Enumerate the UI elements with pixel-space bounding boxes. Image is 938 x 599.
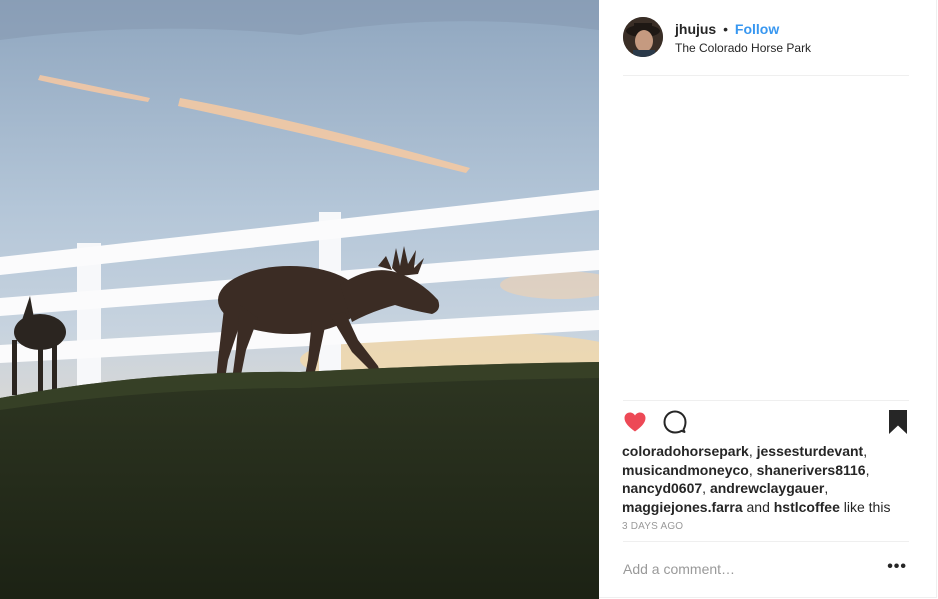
liker-username[interactable]: hstlcoffee <box>774 499 840 515</box>
heart-filled-icon <box>624 412 646 432</box>
comma: , <box>824 480 829 496</box>
header-text: jhujus • Follow The Colorado Horse Park <box>675 20 811 55</box>
separator-dot: • <box>723 21 729 37</box>
location-link[interactable]: The Colorado Horse Park <box>675 41 811 55</box>
comment-input[interactable] <box>623 559 853 579</box>
comma: , <box>748 443 757 459</box>
likes-text: coloradohorsepark, jessesturdevant, musi… <box>622 442 912 516</box>
liker-username[interactable]: shanerivers8116 <box>757 462 866 478</box>
action-bar <box>623 400 909 441</box>
likes-suffix: like this <box>839 498 891 515</box>
deer-at-sunset-image <box>0 0 599 599</box>
post-header: jhujus • Follow The Colorado Horse Park <box>623 17 909 76</box>
follow-button[interactable]: Follow <box>735 21 779 37</box>
post-photo[interactable] <box>0 0 599 599</box>
comment-icon <box>663 410 687 434</box>
bookmark-filled-icon <box>889 410 907 434</box>
comma: , <box>865 461 870 478</box>
liker-username[interactable]: musicandmoneyco <box>622 462 749 478</box>
comment-section: ••• <box>623 541 909 598</box>
post-sidebar: jhujus • Follow The Colorado Horse Park <box>599 0 937 598</box>
liker-username[interactable]: coloradohorsepark <box>622 443 749 459</box>
avatar[interactable] <box>623 17 663 57</box>
comma: , <box>702 480 710 496</box>
liker-username[interactable]: maggiejones.farra <box>622 499 743 515</box>
and-text: and <box>742 498 774 515</box>
avatar-image <box>623 17 663 57</box>
comma: , <box>748 461 757 478</box>
header-row: jhujus • Follow <box>675 20 811 38</box>
liker-username[interactable]: jessesturdevant <box>757 443 864 459</box>
instagram-post: jhujus • Follow The Colorado Horse Park <box>0 0 938 599</box>
post-timestamp[interactable]: 3 days ago <box>622 521 683 532</box>
liker-username[interactable]: nancyd0607 <box>622 480 702 496</box>
like-button[interactable] <box>623 410 647 439</box>
comment-button[interactable] <box>663 410 687 439</box>
save-button[interactable] <box>887 410 909 439</box>
comma: , <box>863 443 868 459</box>
liker-username[interactable]: andrewclaygauer <box>710 480 824 496</box>
username-link[interactable]: jhujus <box>675 21 716 37</box>
more-options-button[interactable]: ••• <box>887 559 907 575</box>
